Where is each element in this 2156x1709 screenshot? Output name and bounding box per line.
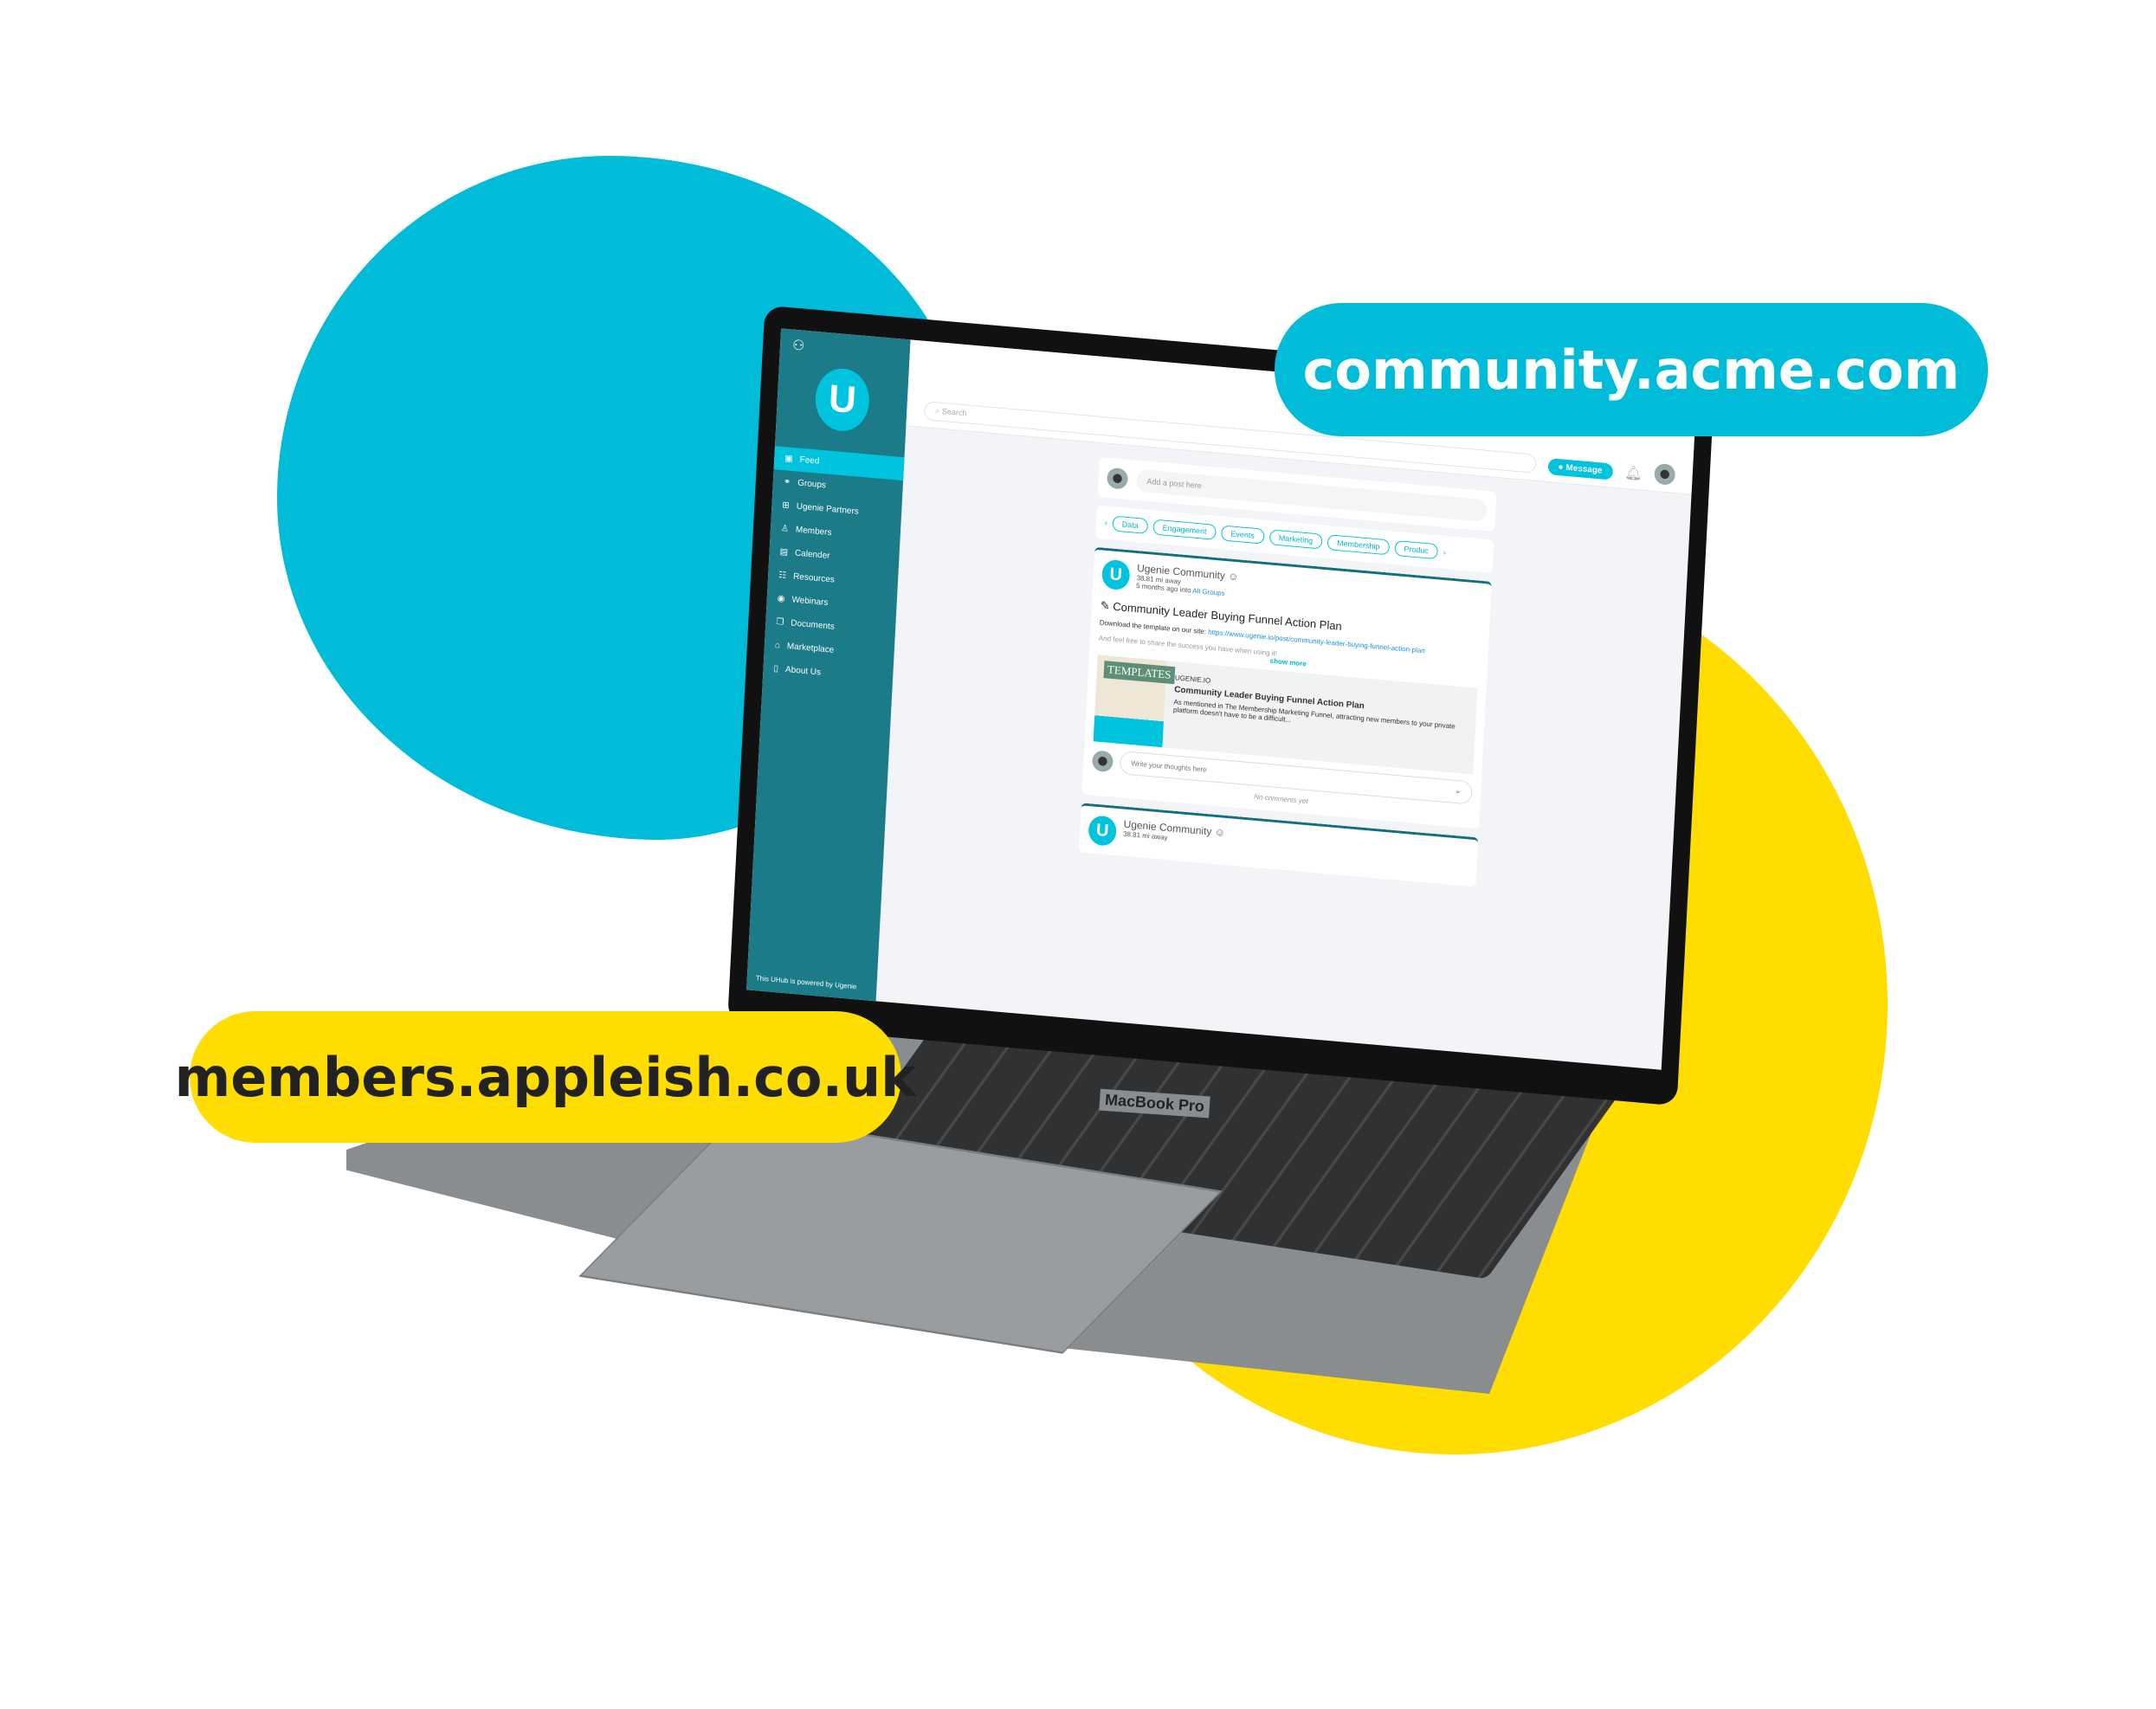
feed: Add a post here ‹ Data Engagement Events Ma… [1078,456,1497,887]
store-icon: ⌂ [774,640,781,651]
sidebar-item-label: Members [795,525,832,538]
category-chip[interactable]: Data [1112,515,1149,534]
category-chip[interactable]: Events [1221,525,1265,545]
post-body: Download the template on our site: [1099,618,1207,636]
message-label: Message [1565,462,1603,476]
chat-icon: ● [1558,462,1564,473]
category-chip[interactable]: Produc [1393,539,1439,560]
community-icon[interactable]: ⚇ [792,337,805,355]
documents-icon: ❐ [776,616,784,628]
search-placeholder: Search [941,406,967,418]
comment-placeholder: Write your thoughts here [1131,759,1207,774]
sidebar-item-label: Documents [790,618,835,632]
powered-by[interactable]: This UHub is powered by Ugenie [756,974,857,990]
sidebar-item-label: Resources [792,571,836,585]
groups-icon: ⚭ [783,477,791,487]
category-chip[interactable]: Membership [1327,534,1390,556]
gift-icon: ⊞ [782,500,791,511]
author-avatar[interactable]: U [1088,815,1118,848]
post: U Ugenie Community ☺ 38.81 mi away 5 mon… [1081,546,1492,829]
domain-pill-bottom: members.appleish.co.uk [175,1011,916,1143]
sidebar-item-label: Webinars [791,595,829,609]
message-button[interactable]: ● Message [1547,458,1613,480]
sidebar-item-label: Ugenie Partners [796,501,860,517]
sidebar-item-label: Feed [799,455,820,467]
play-icon: ◉ [777,593,785,604]
app-window: ⚇ U ▣ Feed ⚭ Groups ⊞ Ugenie Partners ♙ Members… [746,328,1696,1070]
book-icon: ▯ [773,663,779,674]
send-icon[interactable]: ➢ [1455,788,1461,796]
category-chip[interactable]: Engagement [1152,519,1217,540]
preview-thumbnail: TEMPLATES [1093,655,1175,748]
calendar-icon: ▤ [779,547,789,558]
group-link[interactable]: All Groups [1192,587,1225,597]
resources-icon: ☷ [778,570,787,581]
chevron-right-icon[interactable]: › [1443,548,1447,557]
thumb-label: TEMPLATES [1103,661,1175,685]
person-icon: ♙ [780,524,790,534]
logo: U [814,366,871,434]
avatar[interactable] [1654,462,1676,486]
main: ⌕ Search ● Message 🔔︎ Add a post here ‹ … [876,339,1696,1069]
avatar [1091,749,1114,773]
avatar [1106,467,1129,490]
bell-icon[interactable]: 🔔︎ [1624,464,1643,483]
sidebar-item-label: Groups [797,478,827,491]
sidebar-item-label: About Us [784,665,822,678]
feed-icon: ▣ [784,454,793,464]
pin-icon: ✎ [1100,598,1111,613]
sidebar-item-label: Calender [794,548,830,562]
sidebar-item-label: Marketplace [786,642,835,655]
domain-pill-top: community.acme.com [1275,303,1988,436]
chat-icon[interactable]: ☺ [1228,570,1239,583]
author-avatar[interactable]: U [1101,558,1131,591]
chevron-left-icon[interactable]: ‹ [1105,519,1108,527]
category-chip[interactable]: Marketing [1268,529,1323,550]
